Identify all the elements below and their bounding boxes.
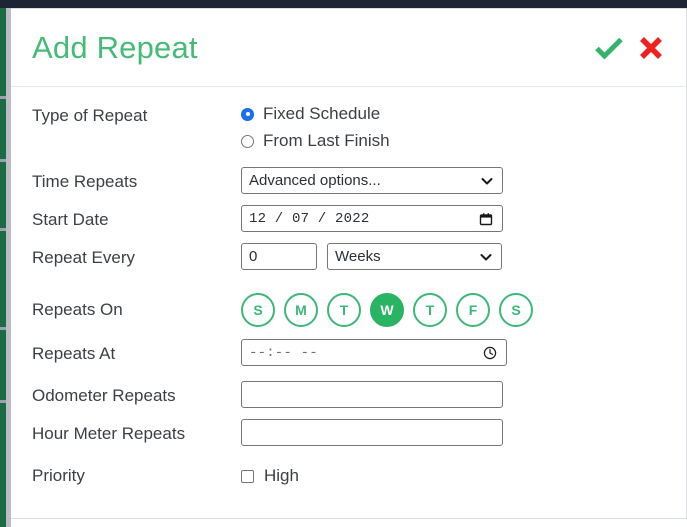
field-row-type-of-repeat: Type of Repeat Fixed Schedule From Last … [32,101,664,167]
modal-body: Type of Repeat Fixed Schedule From Last … [11,87,686,518]
start-date-input[interactable]: 12 / 07 / 2022 [241,205,503,232]
radio-label-from-last-finish: From Last Finish [263,131,390,150]
background-topbar [0,0,687,8]
field-row-time-repeats: Time Repeats Advanced options... [32,167,664,205]
chevron-down-icon [481,177,493,184]
priority-high-checkbox[interactable] [241,469,254,483]
confirm-button[interactable] [594,35,624,61]
radio-group-type-of-repeat: Fixed Schedule From Last Finish [241,101,390,154]
repeat-every-count-input[interactable]: 0 [241,243,317,270]
radio-indicator-fixed-schedule[interactable] [241,107,254,121]
label-odometer-repeats: Odometer Repeats [32,386,176,405]
label-type-of-repeat: Type of Repeat [32,106,148,125]
radio-indicator-from-last-finish[interactable] [241,134,254,148]
control-repeats-at: --:-- -- [241,339,664,366]
label-start-date: Start Date [32,210,109,229]
field-row-odometer-repeats: Odometer Repeats [32,381,664,419]
start-date-value: 12 / 07 / 2022 [249,210,370,227]
control-hour-meter-repeats [241,419,664,446]
field-row-hour-meter-repeats: Hour Meter Repeats [32,419,664,457]
priority-high-label: High [264,466,299,485]
field-row-repeat-every: Repeat Every 0 Weeks [32,243,664,281]
clock-icon[interactable] [483,346,497,360]
label-hour-meter-repeats: Hour Meter Repeats [32,424,186,443]
label-repeat-every: Repeat Every [32,248,135,267]
check-icon [595,37,623,60]
cancel-button[interactable] [638,35,664,61]
control-odometer-repeats [241,381,664,408]
field-row-start-date: Start Date 12 / 07 / 2022 [32,205,664,243]
control-priority: High [241,466,664,486]
repeat-every-unit-value: Weeks [335,248,381,265]
day-toggle-thursday[interactable]: T [413,293,447,327]
control-time-repeats: Advanced options... [241,167,664,194]
field-row-repeats-at: Repeats At --:-- -- [32,339,664,381]
repeat-every-count-value: 0 [249,248,258,265]
day-label-thursday: T [425,302,435,318]
radio-option-from-last-finish[interactable]: From Last Finish [241,128,390,154]
day-toggle-tuesday[interactable]: T [327,293,361,327]
radio-option-fixed-schedule[interactable]: Fixed Schedule [241,101,390,127]
time-repeats-select[interactable]: Advanced options... [241,167,503,194]
day-label-monday: M [295,302,307,318]
label-time-repeats: Time Repeats [32,172,138,191]
control-start-date: 12 / 07 / 2022 [241,205,664,232]
label-priority: Priority [32,466,85,485]
add-repeat-modal: Add Repeat Type of Repeat Fixed Schedule… [11,8,687,519]
field-row-priority: Priority High [32,457,664,495]
day-label-saturday: S [511,302,521,318]
radio-label-fixed-schedule: Fixed Schedule [263,104,381,123]
label-repeats-at: Repeats At [32,344,116,363]
day-label-friday: F [468,302,478,318]
repeats-on-day-group: S M T W T F S [241,293,533,327]
day-toggle-sunday[interactable]: S [241,293,275,327]
day-label-wednesday: W [380,302,394,318]
priority-high-checkbox-row[interactable]: High [241,466,299,486]
time-repeats-selected-value: Advanced options... [249,172,381,189]
modal-header-actions [594,35,664,61]
day-label-tuesday: T [339,302,349,318]
hour-meter-repeats-input[interactable] [241,419,503,446]
modal-header: Add Repeat [11,9,686,87]
label-repeats-on: Repeats On [32,300,123,319]
close-icon [640,36,662,59]
chevron-down-icon [480,253,492,260]
odometer-repeats-input[interactable] [241,381,503,408]
calendar-icon[interactable] [479,212,493,226]
repeats-at-value: --:-- -- [249,344,318,361]
day-toggle-saturday[interactable]: S [499,293,533,327]
page-root: Add Repeat Type of Repeat Fixed Schedule… [0,0,687,527]
day-label-sunday: S [253,302,263,318]
control-repeats-on: S M T W T F S [241,293,664,327]
control-repeat-every: 0 Weeks [241,243,664,270]
control-type-of-repeat: Fixed Schedule From Last Finish [241,101,664,154]
day-toggle-monday[interactable]: M [284,293,318,327]
day-toggle-friday[interactable]: F [456,293,490,327]
field-row-repeats-on: Repeats On S M T W T F S [32,281,664,339]
repeat-every-unit-select[interactable]: Weeks [327,243,502,270]
repeats-at-input[interactable]: --:-- -- [241,339,507,366]
day-toggle-wednesday[interactable]: W [370,293,404,327]
page-title: Add Repeat [32,29,198,65]
